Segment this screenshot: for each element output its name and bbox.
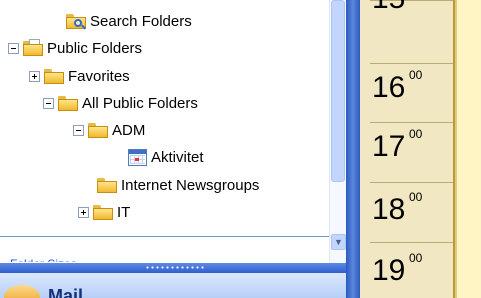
collapse-icon[interactable] (8, 42, 19, 54)
hour-label: 18 (372, 193, 406, 226)
scroll-down-button[interactable]: ▼ (331, 234, 346, 250)
calendar-icon (128, 148, 147, 166)
hour-separator (370, 182, 453, 183)
pane-divider (0, 236, 329, 237)
folder-icon (44, 68, 64, 84)
minute-label: 00 (409, 127, 423, 141)
tree-item-label: Search Folders (90, 12, 192, 30)
folder-sizes-link[interactable]: Folder Sizes (10, 254, 77, 262)
minute-label: 00 (409, 190, 423, 204)
tree-item-favorites[interactable]: Favorites (29, 65, 130, 87)
mail-navigation-button[interactable]: Mail (0, 273, 346, 298)
folder-tree: Search Folders Public Folders Favorites … (0, 0, 329, 235)
calendar-time-ruler: 15 16 00 17 00 18 00 19 00 (360, 0, 453, 298)
tree-item-label: Public Folders (47, 39, 143, 57)
tree-item-label: Internet Newsgroups (121, 176, 260, 194)
tree-item-aktivitet[interactable]: Aktivitet (128, 146, 204, 168)
chevron-down-icon: ▼ (334, 236, 343, 247)
navigation-pane-splitter[interactable] (0, 263, 346, 273)
tree-item-it[interactable]: IT (78, 201, 130, 223)
hour-label: 15 (372, 0, 405, 14)
hour-label: 16 (372, 71, 406, 104)
tree-item-adm[interactable]: ADM (73, 119, 145, 141)
tree-item-public-folders[interactable]: Public Folders (8, 37, 142, 59)
collapse-icon[interactable] (43, 97, 54, 109)
minute-label: 00 (409, 251, 423, 265)
folder-icon (93, 204, 113, 220)
folder-icon (88, 122, 108, 138)
minute-label: 00 (409, 68, 423, 82)
search-folder-icon (66, 13, 86, 29)
tree-item-label: All Public Folders (82, 94, 198, 112)
mail-icon (4, 285, 40, 298)
tree-item-search-folders[interactable]: Search Folders (66, 10, 192, 32)
hour-separator (370, 122, 453, 123)
tree-item-label: Favorites (68, 67, 130, 85)
hour-label: 17 (372, 130, 406, 163)
splitter-grip-icon[interactable] (145, 266, 205, 269)
mail-button-label: Mail (48, 286, 84, 298)
tree-item-label: IT (117, 203, 131, 221)
calendar-appointment-area[interactable] (457, 0, 481, 298)
tree-item-internet-newsgroups[interactable]: Internet Newsgroups (97, 174, 259, 196)
tree-item-label: Aktivitet (151, 148, 204, 166)
hour-separator (370, 63, 453, 64)
pane-splitter[interactable] (346, 0, 360, 298)
collapse-icon[interactable] (73, 124, 84, 136)
expand-icon[interactable] (78, 206, 89, 218)
folder-icon (58, 95, 78, 111)
scrollbar-thumb[interactable] (331, 0, 345, 182)
hour-label: 19 (372, 254, 406, 287)
folder-tree-scrollbar[interactable]: ▼ (329, 0, 346, 265)
tree-item-all-public-folders[interactable]: All Public Folders (43, 92, 198, 114)
folder-icon (97, 177, 117, 193)
tree-item-label: ADM (112, 121, 146, 139)
expand-icon[interactable] (29, 70, 40, 82)
hour-separator (370, 242, 453, 243)
public-folders-icon (23, 38, 43, 56)
